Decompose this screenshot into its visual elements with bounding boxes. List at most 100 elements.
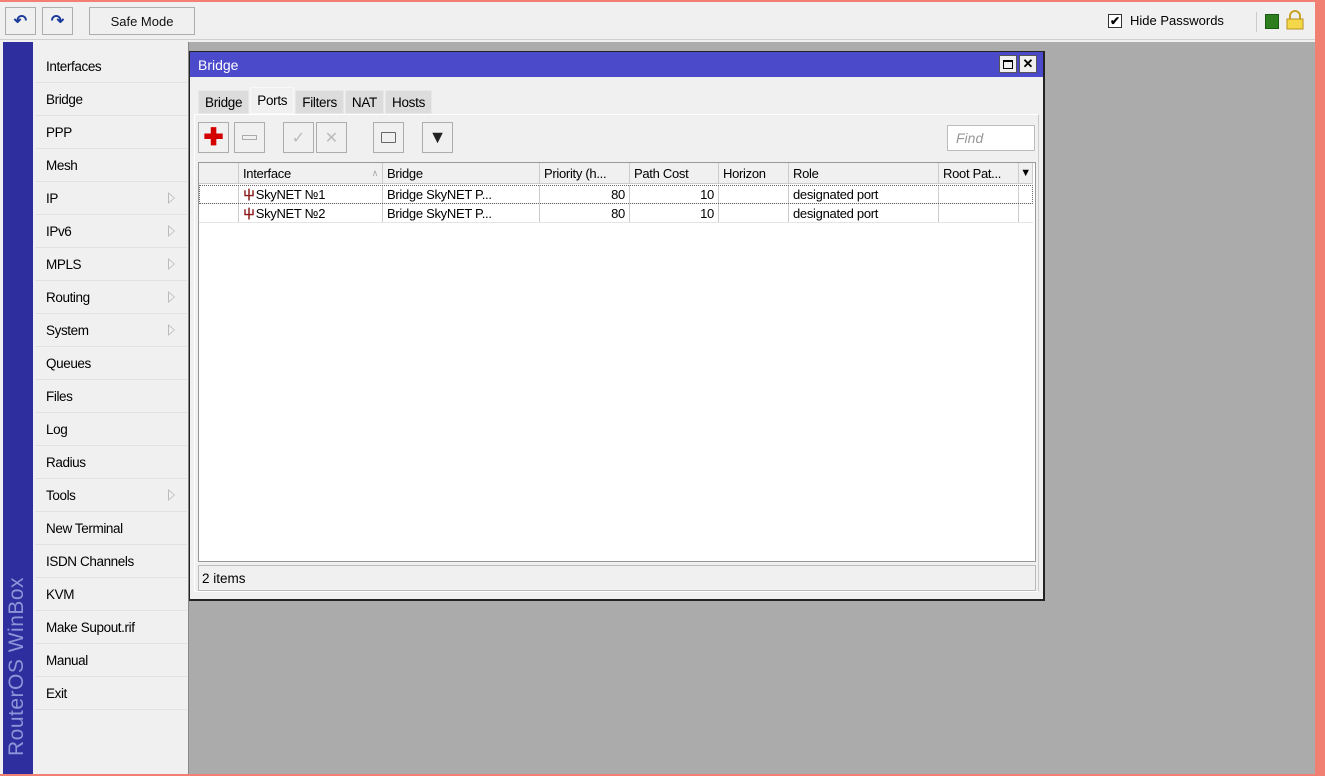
x-icon: ✕ — [324, 129, 339, 147]
sidebar-item-exit[interactable]: Exit — [35, 677, 187, 710]
sidebar-item-bridge[interactable]: Bridge — [35, 83, 187, 116]
plus-icon: ✚ — [203, 123, 224, 151]
sort-icon: ∧ — [371, 167, 379, 178]
sidebar-item-label: IP — [46, 190, 58, 206]
cell-bridge: Bridge SkyNET P... — [383, 204, 540, 222]
column-header[interactable]: Bridge — [383, 163, 540, 183]
sidebar-item-label: Files — [46, 388, 73, 404]
redo-button[interactable]: ↷ — [42, 7, 73, 35]
minus-icon — [242, 135, 257, 140]
column-header[interactable]: Role — [789, 163, 939, 183]
cell-horizon — [719, 204, 789, 222]
undo-icon: ↶ — [13, 13, 28, 30]
sidebar-item-label: New Terminal — [46, 520, 123, 536]
submenu-arrow-icon — [168, 489, 175, 501]
sidebar-item-mpls[interactable]: MPLS — [35, 248, 187, 281]
undo-button[interactable]: ↶ — [5, 7, 36, 35]
find-input[interactable]: Find — [947, 125, 1035, 151]
cell-path-cost: 10 — [630, 185, 719, 203]
sidebar-item-tools[interactable]: Tools — [35, 479, 187, 512]
remove-button[interactable] — [234, 122, 265, 153]
sidebar-item-system[interactable]: System — [35, 314, 187, 347]
sidebar-item-ipv6[interactable]: IPv6 — [35, 215, 187, 248]
bridge-port-icon: ⼬ — [243, 187, 255, 202]
sidebar-item-files[interactable]: Files — [35, 380, 187, 413]
cell-interface: ⼬ SkyNET №2 — [239, 204, 383, 222]
sidebar-item-routing[interactable]: Routing — [35, 281, 187, 314]
sidebar-item-mesh[interactable]: Mesh — [35, 149, 187, 182]
tab-filters[interactable]: Filters — [295, 90, 344, 114]
hide-passwords-checkbox[interactable]: ✔ Hide Passwords — [1108, 13, 1224, 28]
column-header[interactable]: Root Pat... — [939, 163, 1019, 183]
sidebar-item-label: System — [46, 322, 89, 338]
submenu-arrow-icon — [168, 258, 175, 270]
table-row[interactable]: ⼬ SkyNET №2 Bridge SkyNET P... 80 10 designat… — [199, 204, 1033, 223]
column-label: Interface — [243, 165, 291, 181]
tab-hosts[interactable]: Hosts — [385, 90, 433, 114]
maximize-button[interactable] — [999, 55, 1017, 73]
filter-icon: ▼ — [428, 127, 447, 147]
sidebar-item-manual[interactable]: Manual — [35, 644, 187, 677]
tab-bridge[interactable]: Bridge — [198, 90, 250, 114]
sidebar-item-ppp[interactable]: PPP — [35, 116, 187, 149]
check-icon: ✓ — [291, 129, 306, 147]
tab-bar: Bridge Ports Filters NAT Hosts — [198, 87, 433, 114]
sidebar-item-label: MPLS — [46, 256, 82, 272]
disable-button[interactable]: ✕ — [316, 122, 347, 153]
cell-horizon — [719, 185, 789, 203]
column-header[interactable] — [199, 163, 239, 183]
add-button[interactable]: ✚ — [198, 122, 229, 153]
sidebar-item-interfaces[interactable]: Interfaces — [35, 50, 187, 83]
cell-bridge: Bridge SkyNET P... — [383, 185, 540, 203]
sidebar-item-label: Tools — [46, 487, 76, 503]
brand-label: RouterOS WinBox — [5, 576, 28, 756]
sidebar-item-radius[interactable]: Radius — [35, 446, 187, 479]
cell-role: designated port — [789, 185, 939, 203]
ports-panel: ✚ ✓ ✕ ▼ Find Interface ∧ Bridge Priority (h… — [194, 114, 1039, 592]
divider — [1256, 12, 1257, 32]
sidebar-item-log[interactable]: Log — [35, 413, 187, 446]
cell-interface: ⼬ SkyNET №1 — [239, 185, 383, 203]
item-count: 2 items — [202, 570, 246, 586]
sidebar-item-queues[interactable]: Queues — [35, 347, 187, 380]
window-title-bar[interactable]: Bridge ✕ — [190, 52, 1043, 77]
column-label: Horizon — [723, 165, 766, 181]
checkbox-icon[interactable]: ✔ — [1108, 13, 1122, 28]
column-header[interactable]: Path Cost — [630, 163, 719, 183]
hide-passwords-label: Hide Passwords — [1130, 13, 1224, 28]
sidebar-item-make-supout-rif[interactable]: Make Supout.rif — [35, 611, 187, 644]
safe-mode-button[interactable]: Safe Mode — [89, 7, 195, 35]
enable-button[interactable]: ✓ — [283, 122, 314, 153]
comment-button[interactable] — [373, 122, 404, 153]
comment-icon — [381, 132, 396, 143]
sidebar-item-label: ISDN Channels — [46, 553, 134, 569]
sidebar-item-label: Make Supout.rif — [46, 619, 135, 635]
column-header[interactable]: Priority (h... — [540, 163, 630, 183]
submenu-arrow-icon — [168, 291, 175, 303]
sidebar-menu: Interfaces Bridge PPP Mesh IP IPv6 MPLS Routing… — [35, 50, 187, 710]
sidebar-item-kvm[interactable]: KVM — [35, 578, 187, 611]
sidebar-item-label: Bridge — [46, 91, 83, 107]
brand-band: RouterOS WinBox — [3, 42, 33, 774]
sidebar-item-label: IPv6 — [46, 223, 72, 239]
sidebar-item-label: Log — [46, 421, 68, 437]
sidebar-item-new-terminal[interactable]: New Terminal — [35, 512, 187, 545]
redo-icon: ↷ — [50, 13, 65, 30]
status-bar: 2 items — [198, 565, 1036, 591]
window-title: Bridge — [198, 56, 239, 73]
column-header[interactable]: Horizon — [719, 163, 789, 183]
close-icon: ✕ — [1022, 56, 1034, 71]
filter-button[interactable]: ▼ — [422, 122, 453, 153]
sidebar-item-label: Exit — [46, 685, 67, 701]
table-row[interactable]: ⼬ SkyNET №1 Bridge SkyNET P... 80 10 designat… — [199, 185, 1033, 204]
cell-priority: 80 — [540, 185, 630, 203]
close-button[interactable]: ✕ — [1019, 55, 1037, 73]
cell-root-path — [939, 204, 1019, 222]
tab-nat[interactable]: NAT — [344, 90, 385, 114]
column-label: Bridge — [387, 165, 423, 181]
column-chooser-dropdown[interactable]: ▼ — [1019, 163, 1033, 183]
tab-ports[interactable]: Ports — [250, 87, 295, 114]
column-header[interactable]: Interface ∧ — [239, 163, 383, 183]
sidebar-item-ip[interactable]: IP — [35, 182, 187, 215]
sidebar-item-isdn-channels[interactable]: ISDN Channels — [35, 545, 187, 578]
